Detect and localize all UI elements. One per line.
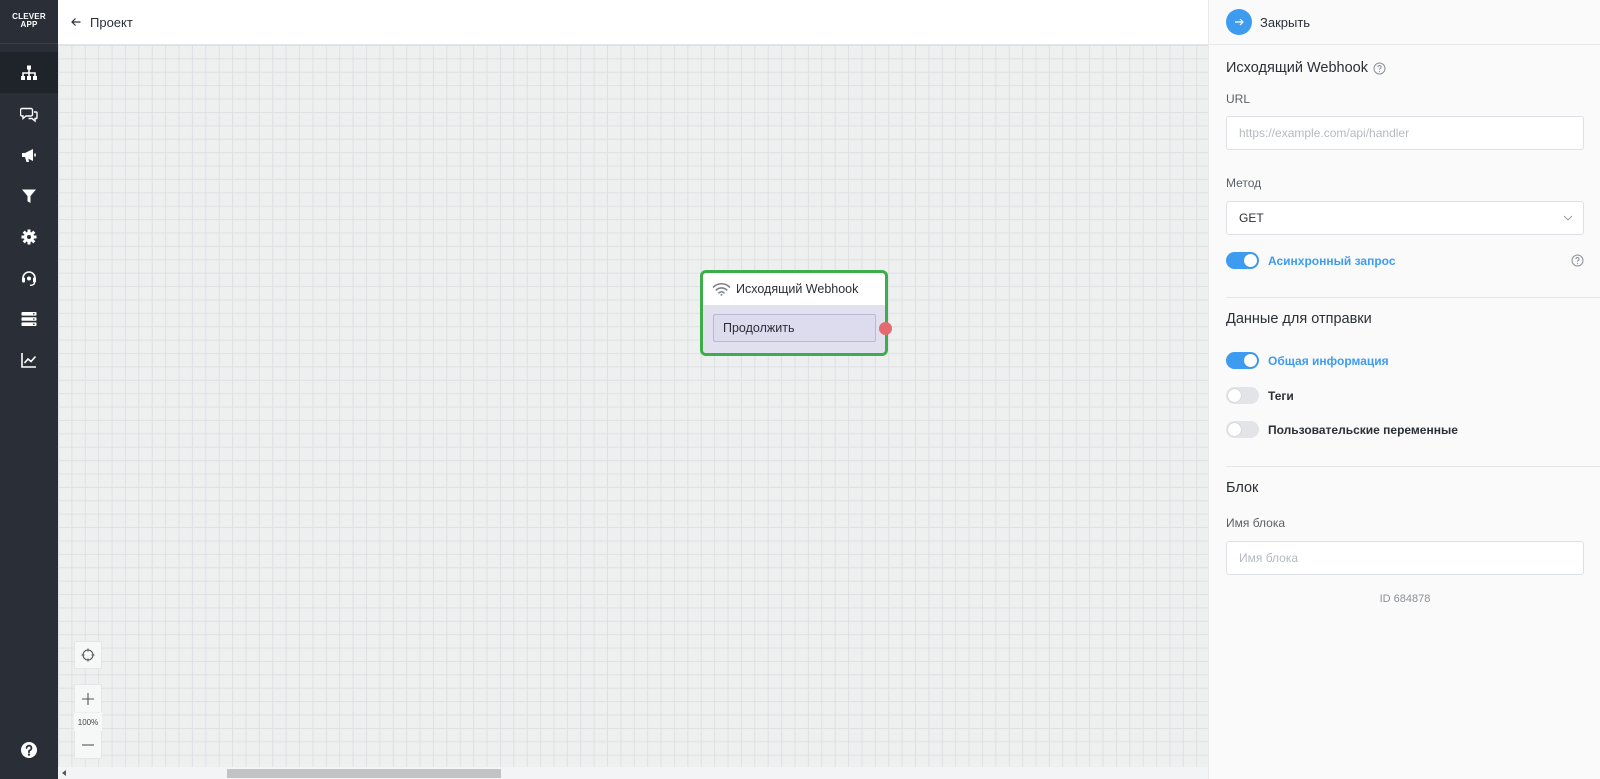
sidebar-item-settings[interactable] [0, 216, 58, 257]
sitemap-icon [21, 65, 37, 80]
arrow-left-icon [71, 18, 81, 26]
toggle-knob [1228, 423, 1241, 436]
back-to-project-link[interactable]: Проект [70, 15, 133, 30]
async-request-toggle-row[interactable]: Асинхронный запрос [1226, 252, 1396, 269]
scroll-left-arrow-icon[interactable] [62, 770, 66, 776]
support-icon [22, 270, 36, 286]
node-output-port[interactable] [879, 322, 892, 335]
sidebar-item-analytics[interactable] [0, 339, 58, 380]
sidebar-item-scenarios[interactable] [0, 52, 58, 93]
method-selected-value: GET [1239, 211, 1264, 225]
url-label: URL [1226, 92, 1251, 106]
chevron-down-icon [1563, 215, 1573, 221]
block-name-label: Имя блока [1226, 516, 1286, 530]
flow-canvas[interactable] [58, 45, 1208, 767]
async-request-toggle[interactable] [1226, 252, 1259, 269]
section-divider [1226, 297, 1600, 298]
database-icon [21, 311, 37, 326]
async-request-label: Асинхронный запрос [1268, 253, 1396, 268]
minus-icon [82, 743, 94, 746]
sidebar-item-chats[interactable] [0, 93, 58, 134]
sidebar-item-support[interactable] [0, 257, 58, 298]
block-settings-panel: Закрыть Исходящий Webhook URL Метод GET … [1208, 0, 1600, 779]
question-circle-icon[interactable] [1373, 62, 1386, 75]
gear-icon [21, 229, 37, 244]
wifi-icon [712, 283, 731, 296]
tags-toggle-row[interactable]: Теги [1226, 387, 1294, 404]
method-label: Метод [1226, 176, 1262, 190]
sidebar-item-broadcasts[interactable] [0, 134, 58, 175]
chat-icon [20, 107, 38, 122]
general-info-toggle-row[interactable]: Общая информация [1226, 352, 1389, 369]
scrollbar-thumb[interactable] [227, 769, 501, 778]
sidebar-item-funnels[interactable] [0, 175, 58, 216]
close-panel-button[interactable] [1226, 9, 1252, 35]
toggle-knob [1244, 354, 1257, 367]
canvas-horizontal-scrollbar[interactable] [58, 767, 1208, 779]
send-data-title: Данные для отправки [1226, 311, 1372, 327]
logo-line-2: APP [20, 20, 38, 29]
sidebar-item-database[interactable] [0, 298, 58, 339]
app-logo[interactable]: CLEVER APP [0, 0, 58, 44]
tags-toggle[interactable] [1226, 387, 1259, 404]
zoom-out-button[interactable] [74, 731, 102, 759]
section-divider [1226, 466, 1600, 467]
panel-header: Закрыть [1209, 0, 1600, 45]
center-view-button[interactable] [74, 641, 102, 669]
sidebar-help-button[interactable] [0, 729, 58, 770]
block-id: ID 684878 [1379, 593, 1431, 605]
canvas-topbar: Проект [58, 0, 1208, 45]
crosshair-icon [81, 648, 95, 662]
general-info-label: Общая информация [1268, 353, 1389, 368]
tags-label: Теги [1268, 388, 1294, 403]
sidebar: CLEVER APP [0, 0, 58, 779]
toggle-knob [1244, 254, 1257, 267]
node-header: Исходящий Webhook [703, 273, 885, 305]
close-panel-label[interactable]: Закрыть [1260, 15, 1310, 30]
chart-icon [21, 352, 37, 368]
help-icon [21, 741, 37, 758]
zoom-in-button[interactable] [74, 684, 102, 712]
method-select[interactable]: GET [1226, 201, 1584, 235]
zoom-level: 100% [74, 713, 102, 731]
megaphone-icon [22, 148, 36, 162]
webhook-node[interactable]: Исходящий Webhook Продолжить [700, 270, 892, 356]
filter-icon [22, 189, 36, 203]
block-section-title: Блок [1226, 480, 1259, 496]
plus-icon [82, 692, 94, 705]
toggle-knob [1228, 389, 1241, 402]
arrow-right-icon [1235, 18, 1244, 26]
webhook-section-title: Исходящий Webhook [1226, 60, 1386, 76]
section-title-text: Исходящий Webhook [1226, 60, 1368, 76]
node-body: Продолжить [703, 305, 892, 353]
url-input[interactable] [1226, 116, 1584, 150]
back-link-label: Проект [90, 14, 133, 30]
node-title: Исходящий Webhook [736, 282, 859, 296]
user-variables-toggle[interactable] [1226, 421, 1259, 438]
user-variables-toggle-row[interactable]: Пользовательские переменные [1226, 421, 1458, 438]
user-variables-label: Пользовательские переменные [1268, 422, 1458, 437]
general-info-toggle[interactable] [1226, 352, 1259, 369]
node-continue-button[interactable]: Продолжить [713, 314, 876, 342]
async-help-icon[interactable] [1571, 254, 1584, 267]
block-name-input[interactable] [1226, 541, 1584, 575]
